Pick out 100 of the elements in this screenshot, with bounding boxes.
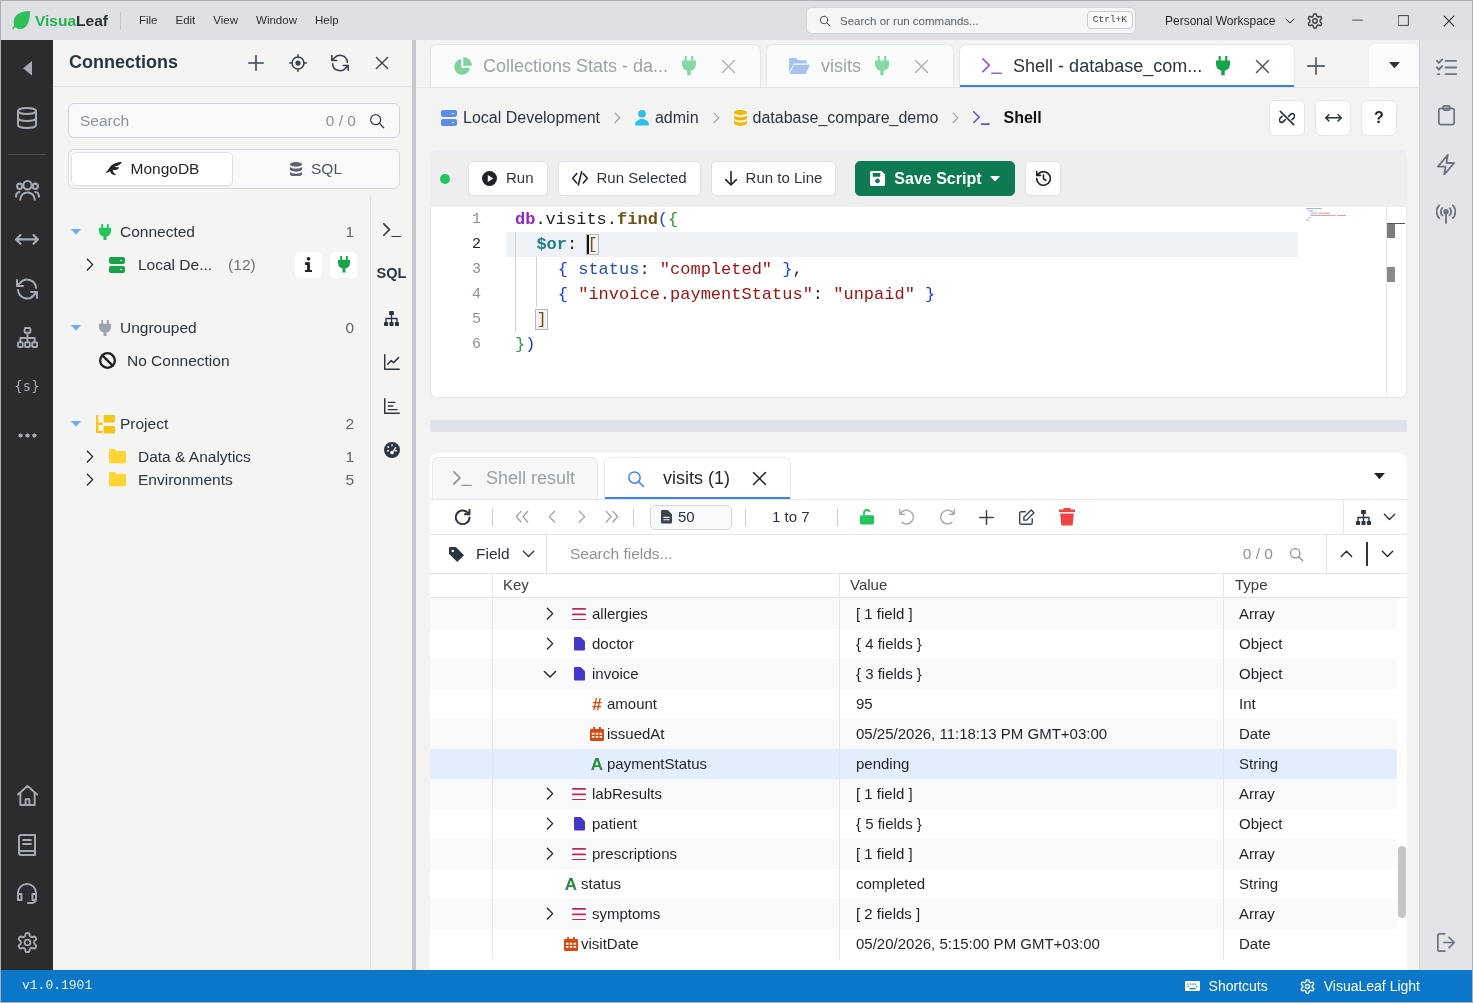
- table-row[interactable]: allergies [ 1 field ] Array: [430, 599, 1397, 629]
- run-button[interactable]: Run to Line: [710, 161, 837, 196]
- column-header[interactable]: Value: [850, 574, 888, 597]
- line-number: 4: [471, 285, 482, 305]
- unlink-button[interactable]: [1269, 100, 1305, 136]
- column-header[interactable]: Type: [1235, 574, 1268, 597]
- chevron-right-icon[interactable]: [546, 847, 554, 861]
- group-label[interactable]: Connected: [120, 220, 195, 244]
- run-button[interactable]: Run: [468, 161, 548, 196]
- settings-button[interactable]: [1306, 12, 1323, 29]
- segment-tab[interactable]: MongoDB: [71, 152, 233, 186]
- letter-icon: A: [563, 875, 579, 893]
- table-row[interactable]: issuedAt 05/25/2026, 11:18:13 PM GMT+03:00 Date: [430, 719, 1397, 749]
- breadcrumb-item[interactable]: admin: [654, 106, 699, 130]
- snippets-button[interactable]: {s}: [1, 362, 53, 411]
- segment-tab[interactable]: SQL: [235, 152, 397, 186]
- hash-icon: #: [589, 695, 605, 713]
- expand-width-button[interactable]: [1315, 100, 1351, 136]
- tree-item[interactable]: Local De...: [138, 252, 213, 277]
- breadcrumb-item[interactable]: Shell: [1003, 106, 1042, 130]
- users-icon: [14, 180, 40, 201]
- tree-item[interactable]: No Connection: [127, 348, 230, 373]
- home-icon: [16, 785, 38, 806]
- edit-icon: [1018, 509, 1035, 525]
- book-icon: [18, 833, 36, 856]
- arrows-left-right-icon: [1324, 114, 1342, 122]
- chevron-right-icon[interactable]: [86, 257, 94, 272]
- table-row[interactable]: prescriptions [ 1 field ] Array: [430, 839, 1397, 869]
- code-line: { status: "completed" },: [506, 257, 1298, 282]
- history-icon: [1036, 171, 1051, 186]
- group-count: 2: [345, 414, 354, 435]
- chevron-right-icon[interactable]: [546, 637, 554, 651]
- field-type: Array: [1239, 843, 1275, 864]
- group-label[interactable]: Ungrouped: [120, 316, 197, 340]
- chevron-right-icon[interactable]: [546, 817, 554, 831]
- line-number: 1: [471, 210, 482, 230]
- run-button[interactable]: Run Selected: [557, 161, 701, 196]
- list-icon: [572, 787, 586, 801]
- table-row[interactable]: invoice { 3 fields } Object: [430, 659, 1397, 689]
- menu-item[interactable]: Edit: [166, 8, 205, 33]
- database-icon: [733, 110, 747, 126]
- chevron-right-icon[interactable]: [546, 907, 554, 921]
- tree-item[interactable]: Data & Analytics: [138, 444, 251, 469]
- field-key: visitDate: [581, 932, 639, 956]
- group-label[interactable]: Project: [120, 412, 169, 436]
- menu-item[interactable]: File: [129, 8, 167, 33]
- menu-item[interactable]: Help: [305, 8, 348, 33]
- trash-icon: [1058, 508, 1075, 526]
- field-key: prescriptions: [592, 842, 678, 866]
- minimap: [1306, 208, 1346, 221]
- field-value: [ 2 fields ]: [856, 903, 921, 924]
- save-button[interactable]: Save Script: [855, 161, 1016, 196]
- result-tab[interactable]: visits (1): [604, 457, 792, 499]
- sql-button[interactable]: SQL: [371, 252, 412, 296]
- line-number: 6: [471, 335, 482, 355]
- sitemap-icon: [1356, 509, 1371, 525]
- close-tab-button[interactable]: [750, 469, 769, 488]
- item-count: 1: [345, 446, 354, 467]
- table-row[interactable]: labResults [ 1 field ] Array: [430, 779, 1397, 809]
- info-button[interactable]: [295, 251, 322, 278]
- column-header[interactable]: Key: [503, 574, 529, 597]
- field-dropdown[interactable]: Field: [430, 535, 547, 573]
- search-icon: [819, 14, 831, 27]
- editor-tab[interactable]: Shell - database_com...: [959, 44, 1296, 87]
- chevron-down-icon[interactable]: [543, 669, 557, 679]
- close-icon: [375, 56, 389, 70]
- code-line: ]: [506, 307, 1298, 332]
- history-button[interactable]: [1025, 161, 1062, 196]
- document-icon: [573, 817, 585, 831]
- chevron-right-icon: [712, 112, 720, 124]
- field-key: allergies: [592, 602, 648, 626]
- chevron-right-icon[interactable]: [546, 787, 554, 801]
- sitemap-icon: [16, 327, 38, 348]
- chevron-right-icon[interactable]: [546, 607, 554, 621]
- field-value: 95: [856, 693, 873, 714]
- server-icon: [441, 110, 457, 126]
- caret-down-icon: [1388, 62, 1400, 69]
- table-row[interactable]: symptoms [ 2 fields ] Array: [430, 899, 1397, 929]
- plus-icon: [1307, 56, 1326, 75]
- breadcrumb-item[interactable]: Local Development: [463, 106, 600, 130]
- terminal-icon: [982, 57, 1003, 75]
- close-tab-button[interactable]: [1254, 58, 1271, 74]
- chevron-right-icon[interactable]: [86, 472, 94, 487]
- server-icon: [109, 256, 125, 273]
- page-size-field[interactable]: 50: [650, 504, 732, 530]
- status-bar-item[interactable]: VisuaLeaf Light: [1299, 975, 1420, 997]
- disconnect-button[interactable]: [330, 251, 357, 278]
- search-fields-field[interactable]: Search fields...: [570, 542, 1227, 566]
- table-row[interactable]: visitDate 05/20/2026, 5:15:00 PM GMT+03:00 Date: [430, 929, 1397, 959]
- status-bar-item[interactable]: Shortcuts: [1184, 975, 1268, 997]
- workspace-dropdown[interactable]: Personal Workspace: [1165, 11, 1295, 30]
- chevron-right-icon[interactable]: [86, 449, 94, 464]
- field-key: amount: [607, 692, 658, 716]
- help-button[interactable]: ?: [1361, 100, 1397, 136]
- scrollbar-thumb[interactable]: [1398, 846, 1406, 918]
- menu-item[interactable]: Window: [247, 8, 306, 33]
- table-row[interactable]: A paymentStatus pending String: [430, 749, 1397, 779]
- menu-item[interactable]: View: [204, 8, 248, 33]
- breadcrumb-item[interactable]: database_compare_demo: [752, 106, 939, 130]
- tree-item[interactable]: Environments: [138, 467, 233, 492]
